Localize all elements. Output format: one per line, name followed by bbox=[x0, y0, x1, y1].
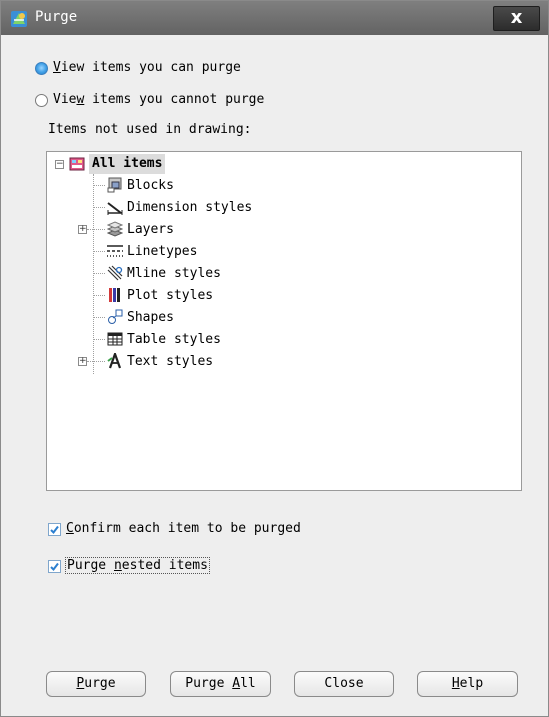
nested-prefix: Purge bbox=[67, 558, 114, 573]
tree-heading: Items not used in drawing: bbox=[48, 122, 252, 137]
checkmark-icon bbox=[50, 562, 59, 572]
tree-root-all-items[interactable]: All items bbox=[89, 154, 166, 174]
tree-guide-branch bbox=[93, 207, 105, 208]
purge-all-rest: ll bbox=[240, 676, 256, 691]
view-cannot-purge-prefix: Vie bbox=[53, 92, 77, 107]
purge-rest: urge bbox=[84, 676, 116, 691]
linetypes-icon bbox=[107, 245, 123, 257]
tree-guide-line bbox=[93, 174, 94, 374]
all-items-icon bbox=[69, 157, 85, 171]
checkmark-icon bbox=[50, 525, 59, 535]
purge-all-button[interactable]: Purge All bbox=[170, 671, 271, 697]
view-cannot-purge-rest: items you cannot purge bbox=[84, 92, 265, 107]
purge-tree-view[interactable]: − All items Blocks Dimension styles + La… bbox=[46, 151, 522, 491]
purge-dialog: Purge x View items you can purge View it… bbox=[0, 0, 549, 717]
plot-styles-icon bbox=[109, 288, 120, 302]
expand-layers-icon[interactable]: + bbox=[78, 225, 87, 234]
confirm-rest: onfirm each item to be purged bbox=[73, 521, 301, 536]
tree-guide-branch bbox=[93, 295, 105, 296]
tree-item-table-styles[interactable]: Table styles bbox=[127, 330, 221, 350]
confirm-each-item-checkbox[interactable] bbox=[48, 523, 61, 536]
tree-guide-branch bbox=[93, 339, 105, 340]
view-can-purge-label[interactable]: View items you can purge bbox=[53, 60, 241, 75]
view-cannot-purge-label[interactable]: View items you cannot purge bbox=[53, 92, 264, 107]
tree-guide-branch bbox=[87, 229, 105, 230]
tree-guide-branch bbox=[93, 251, 105, 252]
view-can-purge-radio[interactable] bbox=[35, 62, 48, 75]
tree-guide-branch bbox=[93, 317, 105, 318]
purge-all-prefix: Purge bbox=[185, 676, 233, 691]
tree-item-dimension-styles[interactable]: Dimension styles bbox=[127, 198, 252, 218]
expand-text-styles-icon[interactable]: + bbox=[78, 357, 87, 366]
close-button[interactable]: Close bbox=[294, 671, 394, 697]
purge-button[interactable]: Purge bbox=[46, 671, 146, 697]
close-window-button[interactable]: x bbox=[493, 6, 540, 31]
view-cannot-purge-radio[interactable] bbox=[35, 94, 48, 107]
purge-app-icon bbox=[11, 11, 27, 27]
tree-guide-branch bbox=[93, 185, 105, 186]
table-styles-icon bbox=[107, 332, 123, 346]
tree-item-mline-styles[interactable]: Mline styles bbox=[127, 264, 221, 284]
confirm-mnemonic: C bbox=[66, 521, 74, 536]
help-rest: elp bbox=[459, 676, 484, 691]
layers-icon bbox=[107, 221, 123, 237]
tree-guide-branch bbox=[93, 273, 105, 274]
nested-mnemonic: n bbox=[113, 558, 122, 573]
tree-item-blocks[interactable]: Blocks bbox=[127, 176, 174, 196]
tree-item-plot-styles[interactable]: Plot styles bbox=[127, 286, 213, 306]
text-styles-icon bbox=[107, 353, 122, 369]
confirm-each-item-label[interactable]: Confirm each item to be purged bbox=[66, 521, 301, 536]
view-can-purge-mnemonic: V bbox=[53, 60, 61, 75]
window-title: Purge bbox=[35, 9, 78, 25]
tree-item-text-styles[interactable]: Text styles bbox=[127, 352, 213, 372]
collapse-all-items-icon[interactable]: − bbox=[55, 160, 64, 169]
tree-guide-branch bbox=[87, 361, 105, 362]
blocks-icon bbox=[107, 177, 122, 193]
purge-all-mnemonic: A bbox=[232, 676, 241, 691]
help-button[interactable]: Help bbox=[417, 671, 518, 697]
mline-styles-icon bbox=[107, 265, 123, 281]
tree-item-linetypes[interactable]: Linetypes bbox=[127, 242, 197, 262]
nested-rest: ested items bbox=[121, 558, 208, 573]
help-mnemonic: H bbox=[451, 676, 460, 691]
purge-nested-items-checkbox[interactable] bbox=[48, 560, 61, 573]
title-bar[interactable]: Purge x bbox=[1, 1, 548, 35]
view-can-purge-rest: iew items you can purge bbox=[60, 60, 241, 75]
dimension-styles-icon bbox=[107, 202, 123, 215]
close-icon: x bbox=[510, 7, 523, 28]
purge-nested-items-label[interactable]: Purge nested items bbox=[65, 557, 210, 574]
tree-item-layers[interactable]: Layers bbox=[127, 220, 174, 240]
shapes-icon bbox=[108, 309, 123, 324]
tree-item-shapes[interactable]: Shapes bbox=[127, 308, 174, 328]
